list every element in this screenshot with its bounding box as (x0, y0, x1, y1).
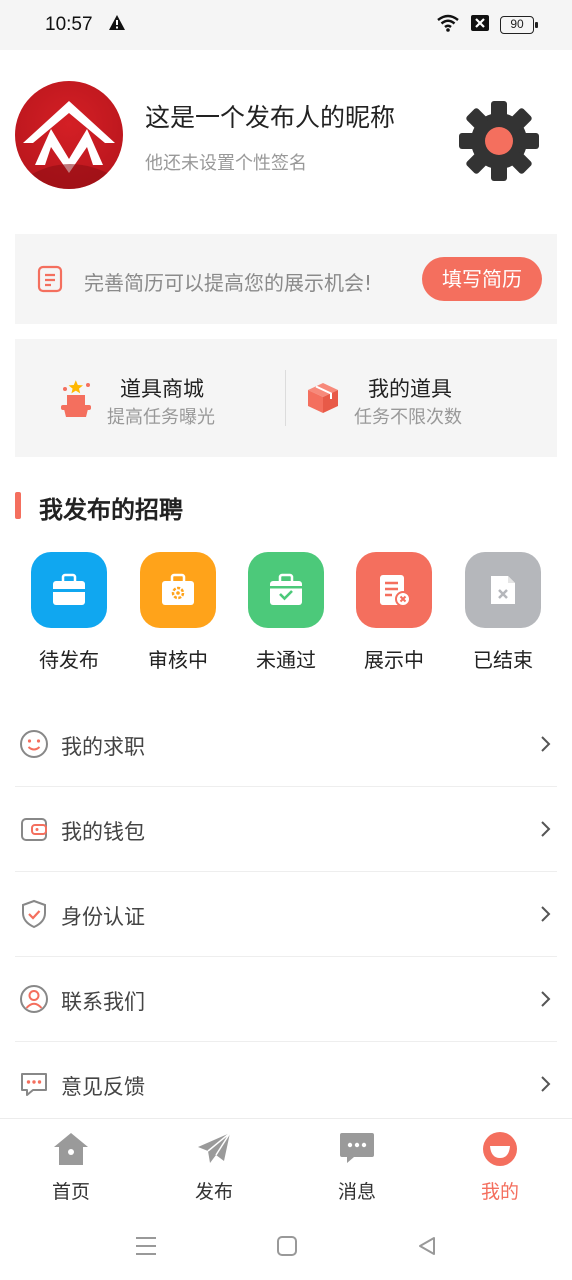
fill-resume-button[interactable]: 填写简历 (422, 257, 542, 301)
nav-mine[interactable]: 我的 (450, 1131, 550, 1204)
system-nav-bar (0, 1218, 572, 1280)
chat-bubble-icon (19, 1069, 49, 1103)
tools-panel: 道具商城 提高任务曝光 我的道具 任务不限次数 (15, 339, 557, 457)
job-status-reviewing[interactable]: 审核中 (123, 552, 233, 673)
document-x-icon (356, 552, 432, 628)
nav-messages[interactable]: 消息 (307, 1131, 407, 1204)
nav-label: 首页 (51, 1181, 90, 1203)
bottom-nav: 首页 发布 消息 我的 (0, 1118, 572, 1218)
section-accent-bar (15, 492, 21, 519)
wifi-icon (436, 14, 460, 36)
wallet-icon (19, 814, 49, 848)
menu-feedback[interactable]: 意见反馈 (15, 1042, 557, 1127)
job-status-rejected[interactable]: 未通过 (231, 552, 341, 673)
nickname: 这是一个发布人的昵称 (145, 103, 396, 132)
briefcase-gear-icon (140, 552, 216, 628)
hat-star-icon (59, 379, 93, 423)
job-status-ended[interactable]: 已结束 (448, 552, 558, 673)
tool-prop-store[interactable]: 道具商城 提高任务曝光 (15, 339, 285, 457)
menu-label: 联系我们 (61, 990, 145, 1014)
profile-icon (482, 1132, 518, 1171)
section-title: 我发布的招聘 (39, 496, 183, 524)
menu-label: 意见反馈 (61, 1075, 145, 1099)
nav-label: 发布 (194, 1181, 233, 1203)
briefcase-check-icon (248, 552, 324, 628)
box-icon (306, 381, 340, 419)
status-time: 10:57 (45, 14, 93, 35)
chevron-right-icon (539, 1075, 551, 1097)
paper-plane-icon (195, 1132, 233, 1171)
menu-label: 身份认证 (61, 905, 145, 929)
job-status-label: 展示中 (364, 648, 424, 672)
home-icon (52, 1133, 90, 1171)
chevron-right-icon (539, 820, 551, 842)
back-triangle-icon[interactable] (416, 1235, 438, 1261)
resume-banner: 完善简历可以提高您的展示机会! 填写简历 (15, 234, 557, 324)
menu-my-job-search[interactable]: 我的求职 (15, 702, 557, 787)
home-square-icon[interactable] (276, 1235, 298, 1261)
settings-gear-icon[interactable] (456, 98, 542, 184)
user-circle-icon (19, 984, 49, 1018)
no-sim-icon (470, 14, 490, 36)
tool-prop-store-subtitle: 提高任务曝光 (107, 407, 215, 428)
tool-my-props-title: 我的道具 (368, 377, 452, 401)
tool-my-props[interactable]: 我的道具 任务不限次数 (286, 339, 556, 457)
avatar[interactable] (15, 81, 123, 189)
menu-identity-verification[interactable]: 身份认证 (15, 872, 557, 957)
job-status-label: 已结束 (473, 648, 533, 672)
resume-tip: 完善简历可以提高您的展示机会! (84, 271, 373, 295)
job-status-label: 审核中 (148, 648, 208, 672)
resume-document-icon (37, 265, 63, 297)
status-bar: 10:57 90 (0, 0, 572, 50)
shield-check-icon (19, 899, 49, 933)
chevron-right-icon (539, 990, 551, 1012)
nav-publish[interactable]: 发布 (164, 1131, 264, 1204)
job-status-pending[interactable]: 待发布 (14, 552, 124, 673)
job-status-showing[interactable]: 展示中 (339, 552, 449, 673)
menu-label: 我的钱包 (61, 820, 145, 844)
tool-my-props-subtitle: 任务不限次数 (354, 407, 462, 428)
nav-label: 我的 (480, 1181, 519, 1203)
profile-header: 这是一个发布人的昵称 他还未设置个性签名 (0, 50, 572, 230)
menu-lines-icon[interactable] (135, 1235, 157, 1261)
chevron-right-icon (539, 905, 551, 927)
message-icon (338, 1133, 376, 1171)
nav-home[interactable]: 首页 (21, 1131, 121, 1204)
warning-icon (108, 14, 126, 35)
briefcase-icon (31, 552, 107, 628)
menu-contact-us[interactable]: 联系我们 (15, 957, 557, 1042)
job-status-label: 待发布 (39, 648, 99, 672)
smile-icon (19, 729, 49, 763)
signature: 他还未设置个性签名 (145, 153, 307, 174)
nav-label: 消息 (337, 1181, 376, 1203)
battery-indicator: 90 (500, 16, 538, 34)
tool-prop-store-title: 道具商城 (120, 377, 204, 401)
file-x-icon (465, 552, 541, 628)
chevron-right-icon (539, 735, 551, 757)
job-status-label: 未通过 (256, 648, 316, 672)
menu-label: 我的求职 (61, 735, 145, 759)
menu-my-wallet[interactable]: 我的钱包 (15, 787, 557, 872)
